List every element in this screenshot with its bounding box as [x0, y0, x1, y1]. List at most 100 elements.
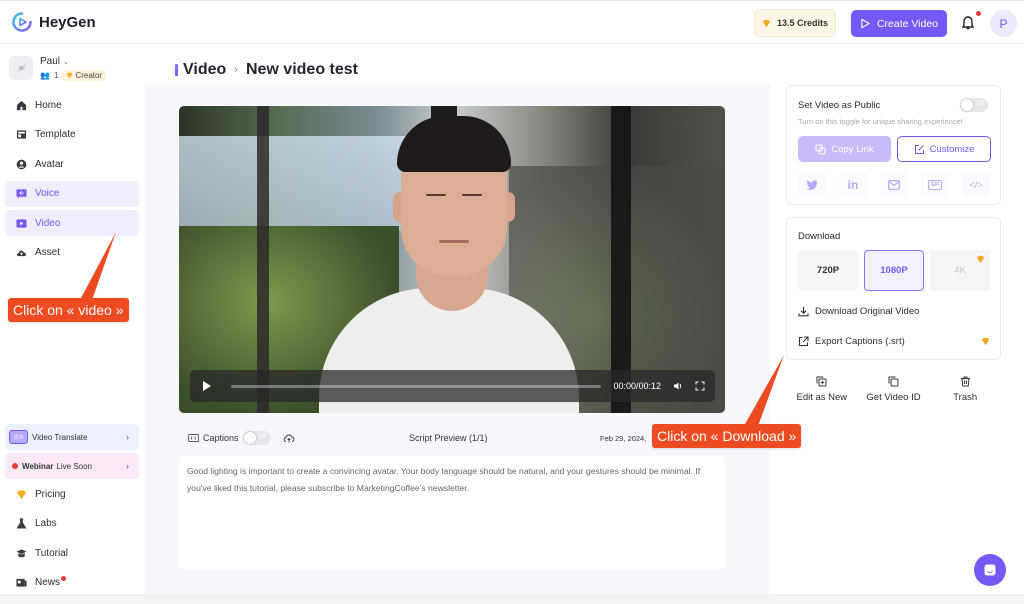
resolution-1080p[interactable]: 1080P	[864, 250, 924, 291]
get-video-id-button[interactable]: Get Video ID	[858, 376, 930, 403]
promo-label-bold: Webinar	[22, 461, 54, 471]
script-date: Feb 29, 2024,	[600, 433, 647, 443]
credits-label: 13.5 Credits	[776, 18, 829, 28]
credits-badge[interactable]: 13.5 Credits	[754, 9, 836, 37]
progress-bar[interactable]	[231, 384, 602, 388]
top-bar: HeyGen 13.5 Credits Create Video P	[0, 0, 1024, 44]
edit-as-new-button[interactable]: Edit as New	[786, 376, 858, 403]
trash-button[interactable]: Trash	[929, 376, 1001, 403]
chat-support-button[interactable]	[974, 554, 1006, 586]
copy-link-icon	[815, 144, 826, 154]
create-video-icon	[861, 18, 870, 29]
notification-dot	[976, 11, 981, 16]
cc-icon	[188, 434, 199, 442]
social-share-row: in GIF </>	[798, 172, 990, 198]
embed-code-icon[interactable]: </>	[962, 172, 990, 198]
video-toolbar: Captions Off Script Preview (1/1) Feb 29…	[179, 426, 725, 450]
callout-video: Click on « video »	[8, 298, 129, 322]
sidebar-item-tutorial[interactable]: Tutorial	[5, 540, 139, 566]
user-avatar	[9, 56, 33, 80]
members-icon: 👥	[40, 71, 50, 80]
breadcrumb: Video › New video test	[175, 61, 358, 79]
sidebar-item-home[interactable]: Home	[5, 92, 139, 118]
create-video-label: Create Video	[876, 17, 939, 30]
template-icon	[16, 130, 27, 139]
rocket-icon	[17, 63, 26, 72]
video-translate-promo[interactable]: 文/A Video Translate ›	[5, 424, 139, 450]
sidebar-item-asset[interactable]: Asset	[5, 240, 139, 266]
cloud-upload-icon[interactable]	[283, 432, 295, 444]
plan-label: Creator	[75, 71, 103, 80]
video-player[interactable]	[179, 106, 725, 413]
twitter-icon[interactable]	[798, 172, 826, 198]
user-menu[interactable]: Paul ⌄ 👥 1 Creator	[9, 56, 107, 81]
chat-icon	[984, 564, 996, 576]
resolution-720p[interactable]: 720P	[798, 250, 858, 291]
email-icon[interactable]	[880, 172, 908, 198]
sidebar: Paul ⌄ 👥 1 Creator Home Template Avatar	[0, 44, 145, 604]
sidebar-item-template[interactable]: Template	[5, 122, 139, 148]
sidebar-item-label: Video	[35, 217, 61, 229]
sidebar-item-labs[interactable]: Labs	[5, 511, 139, 537]
breadcrumb-accent	[175, 64, 178, 76]
customize-label: Customize	[929, 143, 975, 155]
volume-icon[interactable]	[673, 381, 683, 391]
public-toggle[interactable]: Off	[960, 98, 988, 112]
webinar-promo[interactable]: Webinar Live Soon ›	[5, 453, 139, 479]
create-video-button[interactable]: Create Video	[851, 10, 947, 37]
breadcrumb-parent[interactable]: Video	[183, 61, 226, 79]
download-card: Download 720P 1080P 4K Download Original…	[786, 217, 1001, 360]
fullscreen-icon[interactable]	[695, 381, 705, 391]
trash-icon	[960, 376, 970, 387]
sidebar-item-label: Voice	[35, 188, 60, 200]
gif-icon[interactable]: GIF	[921, 172, 949, 198]
video-bg-post	[257, 106, 269, 413]
download-original-label: Download Original Video	[815, 306, 920, 317]
copy-icon	[888, 376, 899, 387]
share-title: Set Video as Public	[798, 100, 881, 111]
download-icon	[798, 307, 809, 317]
sidebar-item-news[interactable]: News	[5, 570, 139, 596]
logo[interactable]: HeyGen	[12, 12, 96, 32]
profile-avatar[interactable]: P	[990, 10, 1017, 37]
copy-link-button[interactable]: Copy Link	[798, 136, 891, 162]
export-captions-label: Export Captions (.srt)	[815, 336, 905, 347]
edit-icon	[914, 144, 924, 154]
toggle-state: Off	[258, 434, 267, 440]
news-dot	[61, 576, 67, 582]
gem-icon	[762, 19, 771, 27]
breadcrumb-separator: ›	[234, 64, 238, 76]
play-icon[interactable]	[203, 381, 211, 391]
resolution-4k[interactable]: 4K	[930, 250, 990, 291]
captions-toggle[interactable]: Off	[242, 431, 271, 445]
sidebar-item-video[interactable]: Video	[5, 210, 139, 237]
avatar-eye	[426, 194, 446, 196]
sidebar-item-pricing[interactable]: Pricing	[5, 481, 139, 507]
news-icon	[16, 579, 27, 587]
avatar-hair	[397, 116, 511, 172]
sidebar-item-avatar[interactable]: Avatar	[5, 151, 139, 177]
sidebar-item-voice[interactable]: Voice	[5, 180, 139, 207]
download-original-video[interactable]: Download Original Video	[798, 306, 990, 317]
customize-button[interactable]: Customize	[897, 136, 991, 162]
action-label: Edit as New	[796, 392, 848, 403]
sidebar-item-label: Labs	[35, 518, 57, 530]
heygen-logo-icon	[12, 12, 32, 32]
graduation-cap-icon	[16, 549, 27, 557]
sidebar-nav: Home Template Avatar Voice Video Asset	[5, 92, 139, 270]
sidebar-item-label: Template	[35, 129, 76, 141]
toggle-knob	[243, 432, 256, 444]
linkedin-icon[interactable]: in	[839, 172, 867, 198]
promo-label: Live Soon	[56, 461, 93, 471]
video-icon	[16, 219, 27, 228]
avatar-mouth	[439, 240, 469, 243]
live-dot-icon	[12, 463, 18, 469]
video-bg-post	[611, 106, 631, 413]
captions-control: Captions Off	[188, 431, 271, 445]
bell-icon[interactable]	[961, 15, 975, 31]
member-count: 1	[53, 71, 59, 80]
time-display: 00:00/00:12	[613, 381, 661, 391]
action-label: Trash	[953, 392, 978, 403]
resolution-label: 4K	[954, 265, 966, 276]
export-captions[interactable]: Export Captions (.srt)	[798, 336, 990, 347]
